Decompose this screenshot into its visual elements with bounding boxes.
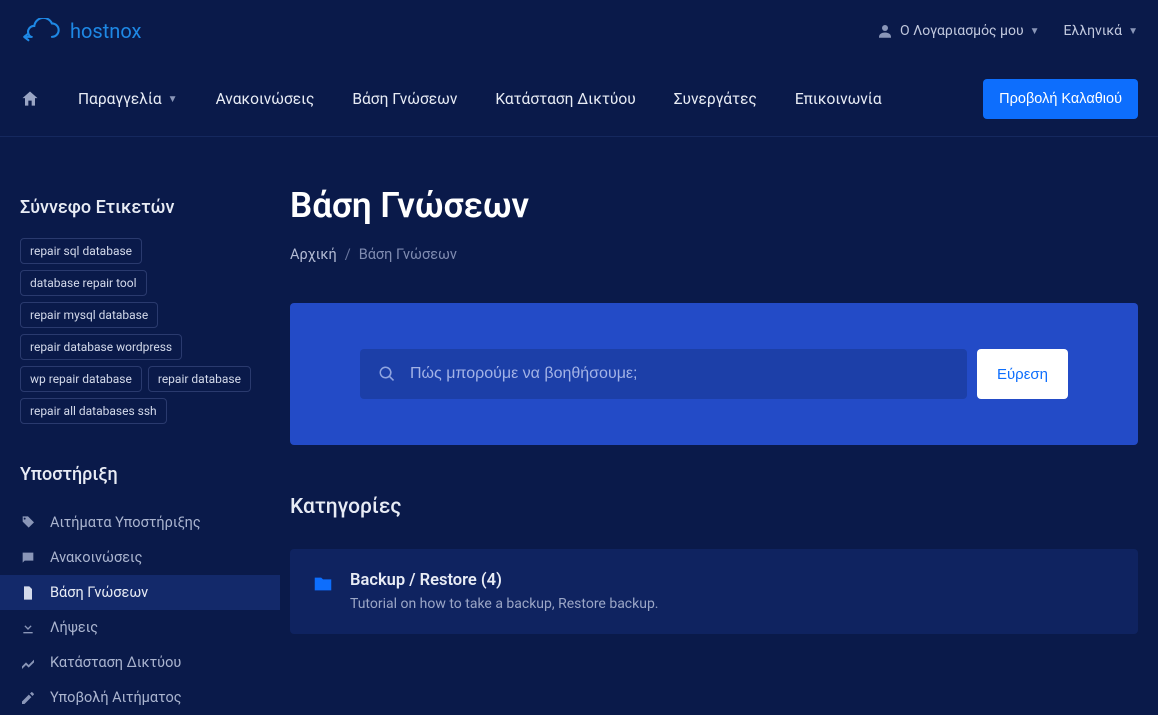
account-menu[interactable]: Ο Λογαριασμός μου ▼ — [876, 22, 1040, 40]
support-item-submit[interactable]: Υποβολή Αιτήματος — [0, 680, 280, 715]
search-panel: Εύρεση — [290, 303, 1138, 445]
top-bar: hostnox Ο Λογαριασμός μου ▼ Ελληνικά ▼ — [0, 0, 1158, 62]
support-item-downloads[interactable]: Λήψεις — [0, 610, 280, 645]
tag-item[interactable]: repair all databases ssh — [20, 398, 167, 424]
tag-item[interactable]: database repair tool — [20, 270, 147, 296]
support-list: Αιτήματα Υποστήριξης Ανακοινώσεις Βάση Γ… — [0, 505, 280, 715]
nav-items: Παραγγελία ▼ Ανακοινώσεις Βάση Γνώσεων Κ… — [20, 89, 882, 109]
chevron-down-icon: ▼ — [1128, 26, 1138, 37]
tag-icon — [20, 515, 36, 531]
home-icon — [20, 89, 40, 109]
logo[interactable]: hostnox — [20, 18, 141, 44]
nav-kb[interactable]: Βάση Γνώσεων — [352, 90, 457, 108]
view-cart-button[interactable]: Προβολή Καλαθιού — [983, 79, 1138, 119]
chevron-down-icon: ▼ — [168, 94, 178, 105]
folder-icon — [312, 573, 334, 595]
search-icon — [378, 365, 396, 383]
cloud-logo-icon — [20, 18, 62, 44]
tag-item[interactable]: wp repair database — [20, 366, 142, 392]
tag-item[interactable]: repair mysql database — [20, 302, 158, 328]
search-button[interactable]: Εύρεση — [977, 349, 1068, 399]
download-icon — [20, 620, 36, 636]
top-right: Ο Λογαριασμός μου ▼ Ελληνικά ▼ — [876, 22, 1138, 40]
support-item-kb[interactable]: Βάση Γνώσεων — [0, 575, 280, 610]
logo-text: hostnox — [70, 19, 141, 43]
nav-contact[interactable]: Επικοινωνία — [795, 90, 882, 108]
tag-item[interactable]: repair sql database — [20, 238, 142, 264]
tag-item[interactable]: repair database wordpress — [20, 334, 182, 360]
category-body: Backup / Restore (4) Tutorial on how to … — [350, 571, 659, 612]
nav-announcements[interactable]: Ανακοινώσεις — [216, 90, 315, 108]
user-icon — [876, 22, 894, 40]
sidebar: Σύννεφο Ετικετών repair sql database dat… — [20, 137, 290, 715]
nav-bar: Παραγγελία ▼ Ανακοινώσεις Βάση Γνώσεων Κ… — [0, 62, 1158, 137]
language-label: Ελληνικά — [1064, 23, 1123, 39]
chat-icon — [20, 550, 36, 566]
pencil-icon — [20, 690, 36, 706]
support-item-network[interactable]: Κατάσταση Δικτύου — [0, 645, 280, 680]
breadcrumb-home[interactable]: Αρχική — [290, 246, 337, 263]
nav-order[interactable]: Παραγγελία ▼ — [78, 90, 178, 108]
file-icon — [20, 585, 36, 601]
breadcrumb-current: Βάση Γνώσεων — [359, 246, 457, 263]
category-description: Tutorial on how to take a backup, Restor… — [350, 596, 659, 612]
category-title: Backup / Restore (4) — [350, 571, 659, 590]
breadcrumb-separator: / — [345, 246, 351, 263]
nav-partners[interactable]: Συνεργάτες — [674, 90, 757, 108]
chart-icon — [20, 655, 36, 671]
main-content: Βάση Γνώσεων Αρχική / Βάση Γνώσεων Εύρεσ… — [290, 137, 1138, 715]
page-title: Βάση Γνώσεων — [290, 185, 1138, 226]
page-body: Σύννεφο Ετικετών repair sql database dat… — [0, 137, 1158, 715]
categories-heading: Κατηγορίες — [290, 495, 1138, 519]
support-heading: Υποστήριξη — [20, 464, 270, 485]
support-item-tickets[interactable]: Αιτήματα Υποστήριξης — [0, 505, 280, 540]
breadcrumb: Αρχική / Βάση Γνώσεων — [290, 246, 1138, 263]
search-input[interactable] — [410, 365, 949, 383]
chevron-down-icon: ▼ — [1030, 26, 1040, 37]
category-card[interactable]: Backup / Restore (4) Tutorial on how to … — [290, 549, 1138, 634]
tag-cloud-heading: Σύννεφο Ετικετών — [20, 197, 270, 218]
support-item-announcements[interactable]: Ανακοινώσεις — [0, 540, 280, 575]
tag-item[interactable]: repair database — [148, 366, 251, 392]
nav-home[interactable] — [20, 89, 40, 109]
account-label: Ο Λογαριασμός μου — [900, 23, 1024, 39]
tag-cloud: repair sql database database repair tool… — [20, 238, 270, 424]
language-menu[interactable]: Ελληνικά ▼ — [1064, 23, 1138, 39]
nav-network-status[interactable]: Κατάσταση Δικτύου — [495, 90, 635, 108]
search-input-wrap — [360, 349, 967, 399]
